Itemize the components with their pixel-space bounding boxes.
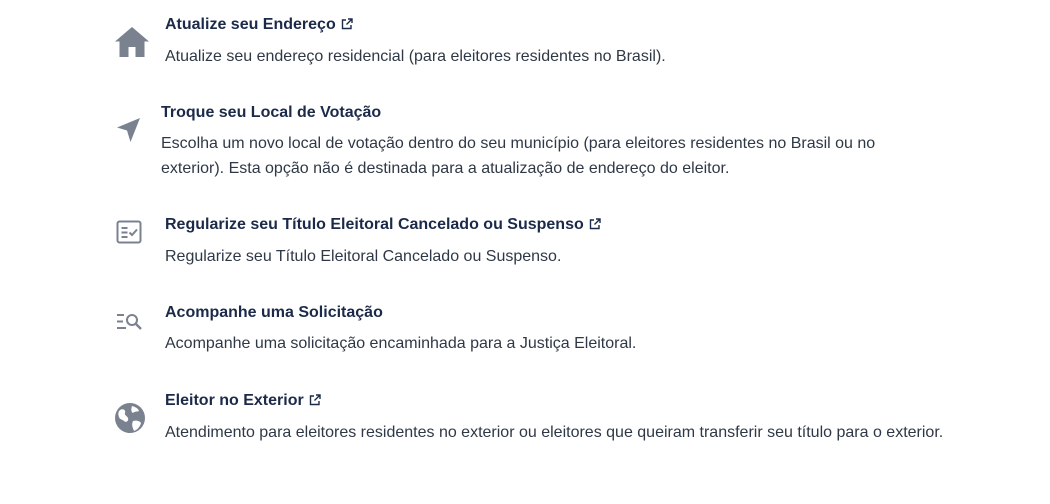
service-content: Eleitor no Exterior Atendimento para ele…: [165, 390, 945, 445]
service-description: Regularize seu Título Eleitoral Cancelad…: [165, 248, 562, 265]
service-description: Escolha um novo local de votação dentro …: [161, 135, 876, 177]
service-content: Troque seu Local de Votação Escolha um n…: [161, 102, 941, 181]
external-link-icon: [341, 15, 353, 37]
globe-icon: [114, 402, 146, 434]
external-link-icon: [309, 391, 321, 413]
service-content: Regularize seu Título Eleitoral Cancelad…: [165, 214, 945, 269]
service-content: Acompanhe uma Solicitação Acompanhe uma …: [165, 302, 945, 356]
list-search-icon: [116, 312, 144, 332]
service-description: Atualize seu endereço residencial (para …: [165, 48, 666, 65]
service-description: Acompanhe uma solicitação encaminhada pa…: [165, 335, 637, 352]
home-icon: [114, 26, 150, 58]
track-request-link[interactable]: Acompanhe uma Solicitação: [165, 302, 383, 324]
regularize-title-link[interactable]: Regularize seu Título Eleitoral Cancelad…: [165, 214, 601, 237]
checklist-document-icon: [116, 220, 144, 246]
voter-abroad-link[interactable]: Eleitor no Exterior: [165, 390, 321, 413]
external-link-icon: [589, 215, 601, 237]
service-description: Atendimento para eleitores residentes no…: [165, 424, 944, 441]
update-address-link[interactable]: Atualize seu Endereço: [165, 14, 353, 37]
change-polling-place-link[interactable]: Troque seu Local de Votação: [161, 102, 381, 124]
services-list: Atualize seu Endereço Atualize seu ender…: [0, 0, 1050, 504]
navigation-arrow-icon: [114, 116, 142, 144]
service-content: Atualize seu Endereço Atualize seu ender…: [165, 14, 945, 69]
